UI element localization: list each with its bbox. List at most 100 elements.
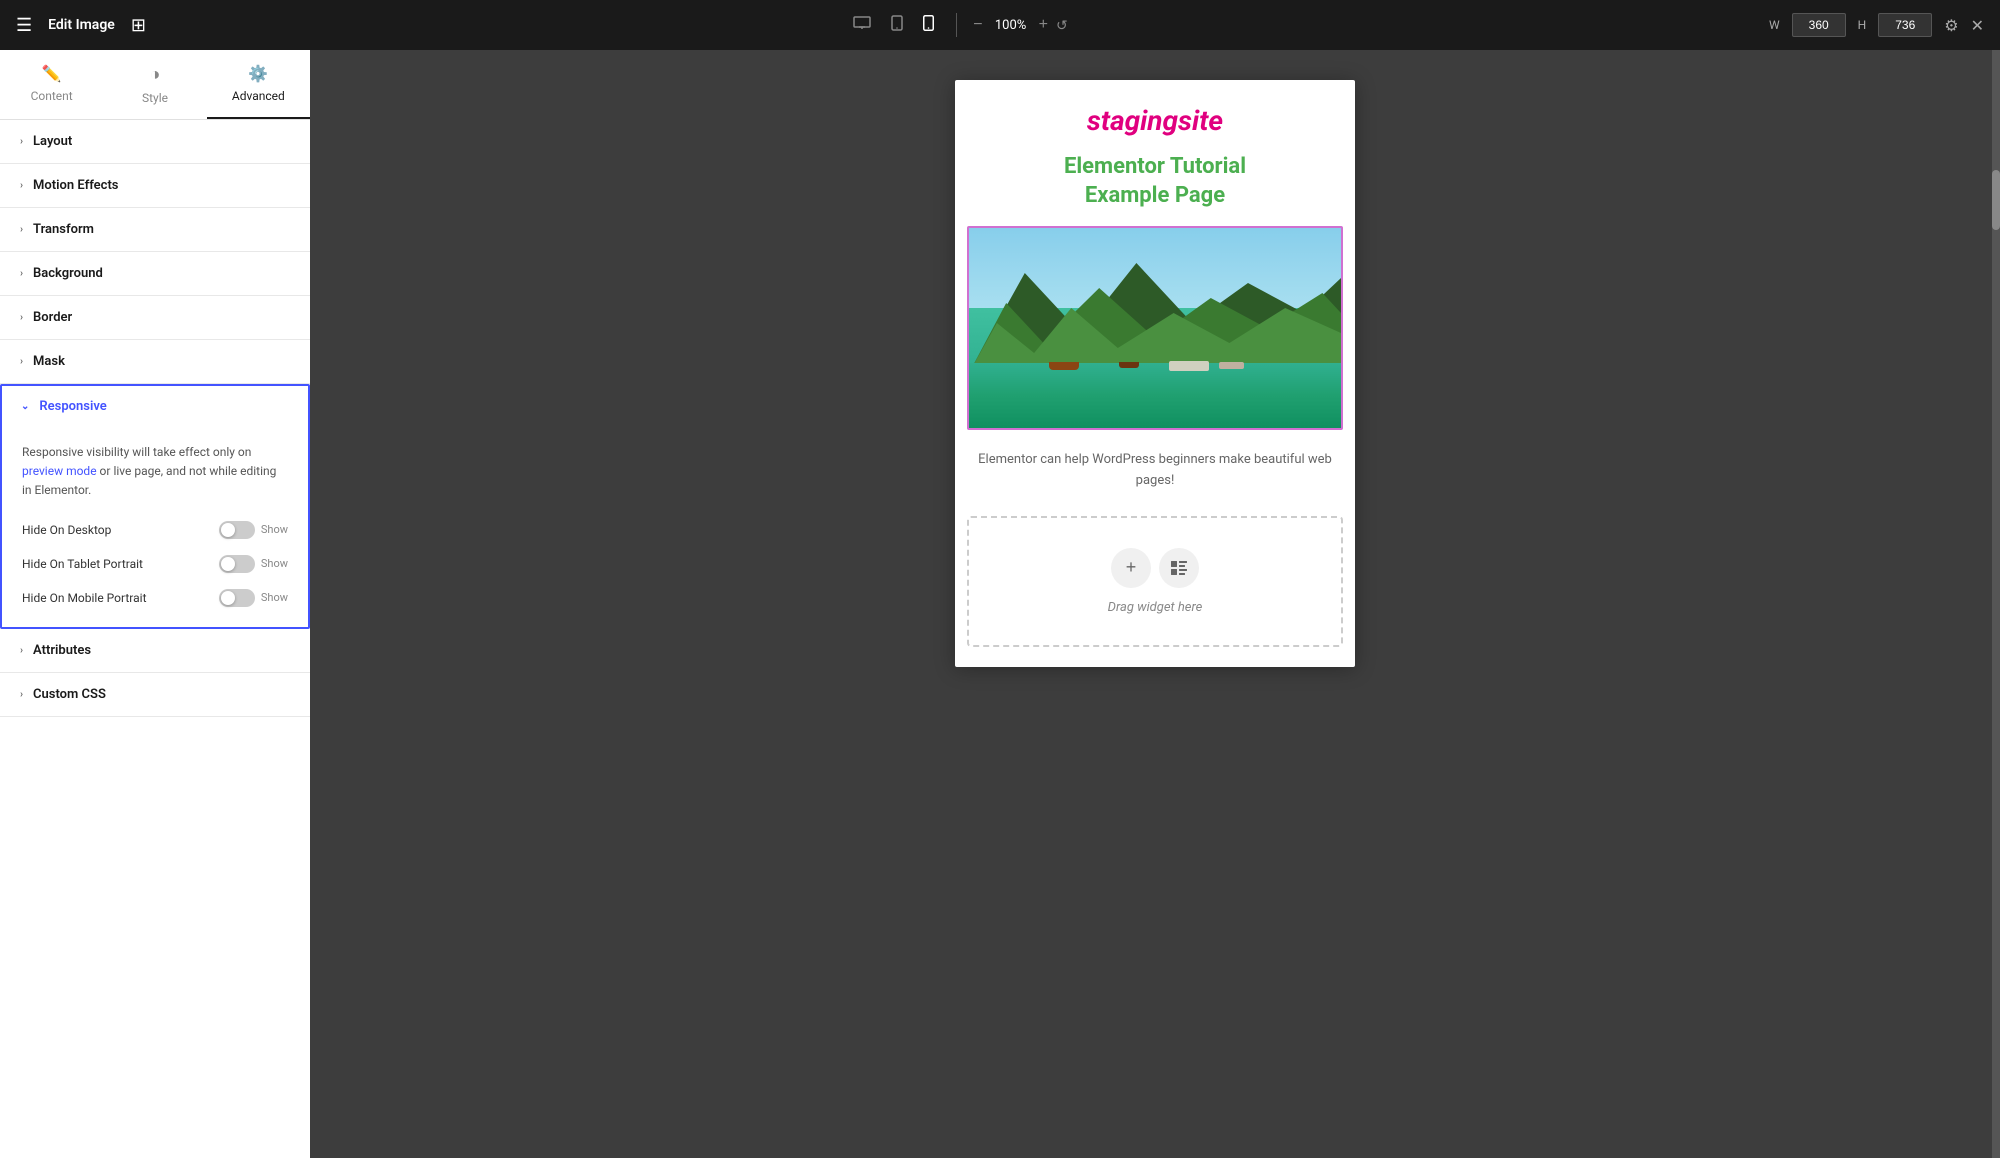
hide-desktop-row: Hide On Desktop Show [22,521,288,539]
widget-library-button[interactable] [1159,548,1199,588]
hide-mobile-toggle[interactable]: Show [219,589,288,607]
drag-widget-buttons: + [1111,548,1199,588]
hide-mobile-row: Hide On Mobile Portrait Show [22,589,288,607]
accordion-motion-effects-label: Motion Effects [33,178,118,193]
hide-desktop-label: Hide On Desktop [22,523,111,537]
chevron-right-icon: › [20,268,23,279]
tab-advanced[interactable]: ⚙️ Advanced [207,50,310,119]
top-bar-center: − 100% + ↺ [847,9,1067,42]
accordion-mask: › Mask [0,340,310,384]
accordion-custom-css-header[interactable]: › Custom CSS [0,673,310,716]
tab-content[interactable]: ✏️ Content [0,50,103,119]
mobile-toggle-track[interactable] [219,589,255,607]
accordion-responsive-header[interactable]: ⌄ Responsive [2,386,308,427]
page-title: Edit Image [48,17,115,33]
accordion-layout-header[interactable]: › Layout [0,120,310,163]
height-input[interactable] [1878,13,1932,37]
chevron-right-icon: › [20,180,23,191]
hide-tablet-label: Hide On Tablet Portrait [22,557,143,571]
accordion-attributes-header[interactable]: › Attributes [0,629,310,672]
tablet-toggle-track[interactable] [219,555,255,573]
accordion-border: › Border [0,296,310,340]
close-icon[interactable]: ✕ [1971,16,1984,35]
accordion-background-label: Background [33,266,103,281]
top-bar-right: W H ⚙ ✕ [1769,13,1984,37]
accordion-transform-header[interactable]: › Transform [0,208,310,251]
top-bar-left: ☰ Edit Image ⊞ [16,15,146,36]
hide-mobile-label: Hide On Mobile Portrait [22,591,147,605]
desktop-show-label: Show [261,523,288,536]
accordion-mask-header[interactable]: › Mask [0,340,310,383]
tablet-view-button[interactable] [885,9,909,42]
desktop-toggle-thumb [221,523,235,537]
preview-image-container [967,226,1343,430]
boat-1 [1049,362,1079,370]
boat-2 [1119,362,1139,368]
tablet-toggle-thumb [221,557,235,571]
chevron-right-icon: › [20,645,23,656]
accordion-mask-label: Mask [33,354,65,369]
accordion-border-label: Border [33,310,72,325]
accordion-responsive-body: Responsive visibility will take effect o… [2,427,308,627]
zoom-in-button[interactable]: + [1039,16,1048,34]
mobile-toggle-thumb [221,591,235,605]
advanced-tab-icon: ⚙️ [248,64,268,83]
sidebar: ✏️ Content ◑ Style ⚙️ Advanced › Layout [0,50,310,1158]
tab-style[interactable]: ◑ Style [103,50,206,119]
accordion-layout: › Layout [0,120,310,164]
settings-icon[interactable]: ⚙ [1944,16,1958,35]
preview-image [969,228,1341,428]
width-input[interactable] [1792,13,1846,37]
tab-style-label: Style [142,91,168,105]
canvas-scroll-thumb[interactable] [1992,170,2000,230]
preview-mode-link[interactable]: preview mode [22,464,97,478]
accordion-attributes: › Attributes [0,629,310,673]
boat-3 [1169,361,1209,371]
accordion-border-header[interactable]: › Border [0,296,310,339]
accordion-responsive: ⌄ Responsive Responsive visibility will … [0,384,310,629]
grid-icon[interactable]: ⊞ [131,15,146,36]
desktop-toggle-track[interactable] [219,521,255,539]
desktop-view-button[interactable] [847,10,877,41]
sidebar-content: › Layout › Motion Effects › Transform [0,120,310,1158]
add-widget-button[interactable]: + [1111,548,1151,588]
accordion-responsive-label: Responsive [39,399,106,414]
accordion-transform-label: Transform [33,222,94,237]
reset-button[interactable]: ↺ [1056,17,1068,34]
page-preview: stagingsite Elementor Tutorial Example P… [955,80,1355,667]
zoom-level: 100% [991,18,1031,33]
top-bar: ☰ Edit Image ⊞ − 100% + ↺ W H ⚙ ✕ [0,0,2000,50]
canvas-area: stagingsite Elementor Tutorial Example P… [310,50,2000,1158]
tablet-show-label: Show [261,557,288,570]
sidebar-tabs: ✏️ Content ◑ Style ⚙️ Advanced [0,50,310,120]
accordion-motion-effects-header[interactable]: › Motion Effects [0,164,310,207]
chevron-right-icon: › [20,356,23,367]
responsive-note: Responsive visibility will take effect o… [22,443,288,501]
tab-advanced-label: Advanced [232,89,285,103]
accordion-custom-css-label: Custom CSS [33,687,106,702]
divider [956,13,957,37]
chevron-down-icon: ⌄ [21,401,29,412]
chevron-right-icon: › [20,224,23,235]
chevron-right-icon: › [20,312,23,323]
content-tab-icon: ✏️ [42,64,62,83]
mobile-view-button[interactable] [917,9,940,42]
water-area [969,363,1341,428]
preview-header: stagingsite Elementor Tutorial Example P… [955,80,1355,226]
accordion-background: › Background [0,252,310,296]
width-label: W [1769,18,1780,32]
hide-tablet-row: Hide On Tablet Portrait Show [22,555,288,573]
zoom-out-button[interactable]: − [973,16,982,34]
accordion-background-header[interactable]: › Background [0,252,310,295]
tab-content-label: Content [31,89,73,103]
height-label: H [1858,18,1867,32]
hide-desktop-toggle[interactable]: Show [219,521,288,539]
accordion-attributes-label: Attributes [33,643,91,658]
page-subtitle: Elementor Tutorial Example Page [975,153,1335,210]
canvas-scrollbar[interactable] [1992,50,2000,1158]
accordion-custom-css: › Custom CSS [0,673,310,717]
site-title: stagingsite [975,104,1335,137]
accordion-motion-effects: › Motion Effects [0,164,310,208]
hamburger-icon[interactable]: ☰ [16,15,32,36]
hide-tablet-toggle[interactable]: Show [219,555,288,573]
